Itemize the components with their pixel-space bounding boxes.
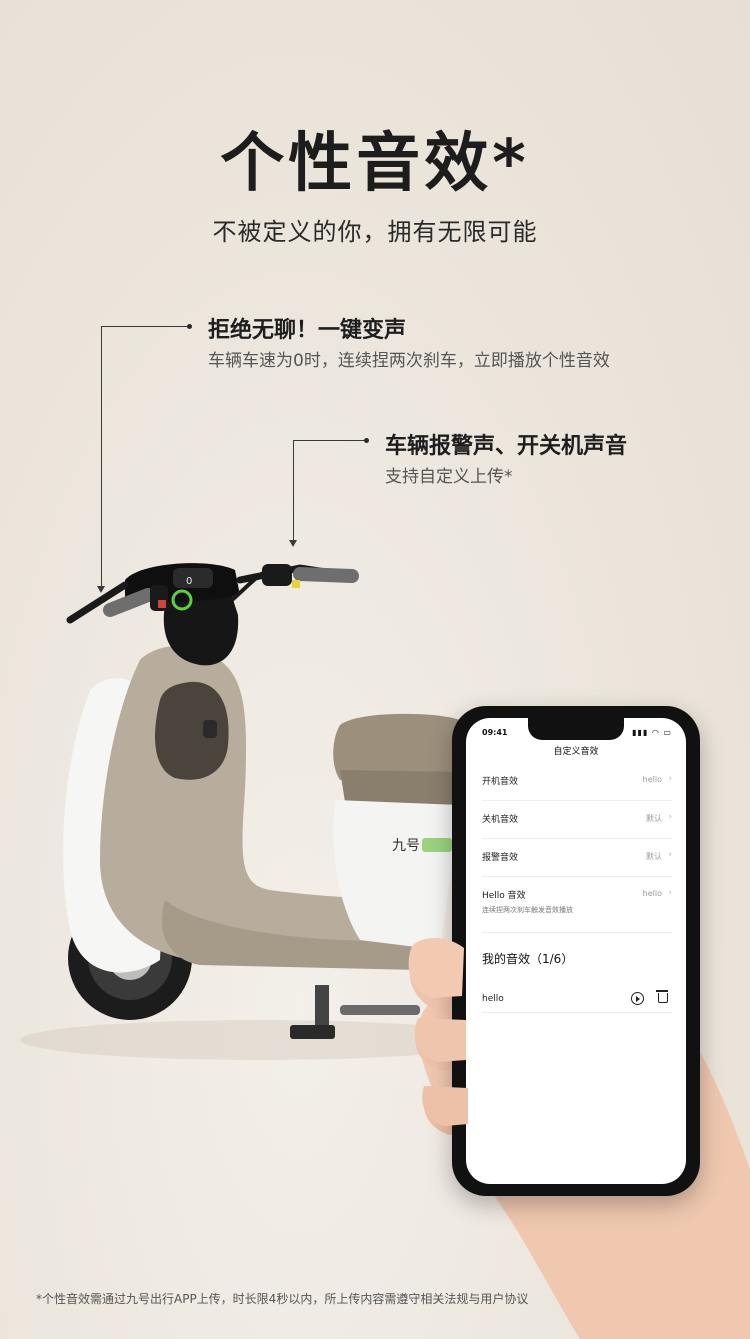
chevron-right-icon: › (668, 888, 672, 898)
chevron-right-icon: › (668, 850, 672, 860)
callout-2-vline (293, 440, 294, 540)
status-bar: 09:41 ▮▮▮ ◠ ▭ (482, 728, 672, 742)
svg-text:0: 0 (186, 576, 192, 587)
phone-mockup: 09:41 ▮▮▮ ◠ ▭ 自定义音效 开机音效 hello › 关机音效 默认… (452, 706, 700, 1196)
row-label: 报警音效 (482, 853, 519, 863)
callout-1-title: 拒绝无聊！一键变声 (208, 318, 407, 343)
screen-title: 自定义音效 (553, 747, 599, 757)
page-title: 个性音效* (220, 127, 530, 201)
setting-row-power-off-sound[interactable]: 关机音效 默认 › (482, 812, 672, 839)
my-sounds-heading: 我的音效（1/6） (482, 952, 574, 966)
phone-screen: 09:41 ▮▮▮ ◠ ▭ 自定义音效 开机音效 hello › 关机音效 默认… (466, 718, 686, 1184)
row-value: hello (642, 889, 662, 898)
chevron-right-icon: › (668, 774, 672, 784)
brand-badge: 九号 (392, 838, 420, 854)
row-label: Hello 音效 (482, 891, 526, 901)
seat (333, 713, 460, 780)
setting-row-hello-sound[interactable]: Hello 音效 hello › 连续捏两次刹车触发音效播放 (482, 888, 672, 933)
row-label: 开机音效 (482, 777, 519, 787)
row-description: 连续捏两次刹车触发音效播放 (482, 906, 573, 914)
callout-2-dot (364, 438, 369, 443)
callout-2-title: 车辆报警声、开关机声音 (385, 434, 628, 459)
callout-2-desc: 支持自定义上传* (385, 467, 513, 487)
row-value: 默认 (646, 852, 662, 861)
my-sound-label: hello (482, 994, 504, 1004)
callout-1-hline (101, 326, 189, 327)
play-icon[interactable] (631, 992, 644, 1005)
callout-2-hline (293, 440, 365, 441)
callout-1-dot (187, 324, 192, 329)
trash-icon[interactable] (656, 990, 668, 1003)
my-sound-item[interactable]: hello (482, 990, 672, 1013)
chevron-right-icon: › (668, 812, 672, 822)
setting-row-alarm-sound[interactable]: 报警音效 默认 › (482, 850, 672, 877)
row-value: 默认 (646, 814, 662, 823)
status-icons: ▮▮▮ ◠ ▭ (632, 728, 672, 737)
thumb-illustration (408, 937, 468, 1126)
row-value: hello (642, 775, 662, 784)
setting-row-power-on-sound[interactable]: 开机音效 hello › (482, 774, 672, 801)
status-time: 09:41 (482, 728, 508, 737)
footnote: *个性音效需通过九号出行APP上传，时长限4秒以内，所上传内容需遵守相关法规与用… (36, 1292, 529, 1306)
page-subtitle: 不被定义的你，拥有无限可能 (212, 218, 538, 246)
row-label: 关机音效 (482, 815, 519, 825)
callout-1-desc: 车辆车速为0时，连续捏两次刹车，立即播放个性音效 (208, 351, 610, 371)
